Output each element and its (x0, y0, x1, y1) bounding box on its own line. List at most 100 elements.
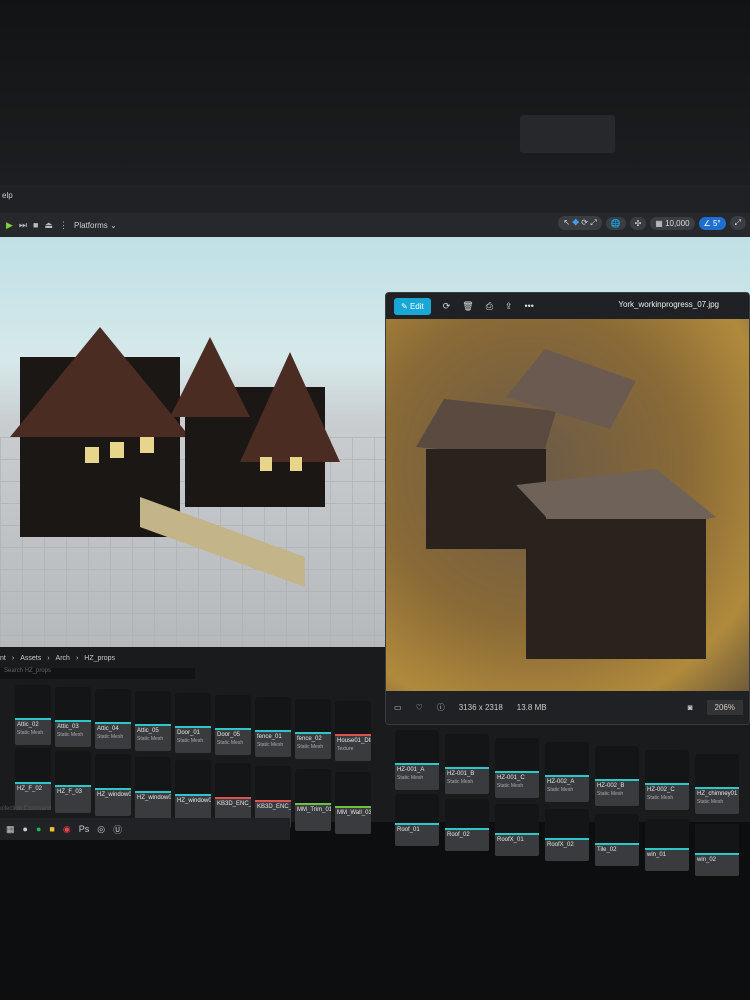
asset-tile[interactable]: RoofX_01 (495, 804, 539, 856)
fit-icon[interactable]: ▭ (394, 703, 402, 712)
delete-icon[interactable]: 🗑 (462, 301, 473, 312)
asset-name: HZ_window02 (137, 795, 171, 802)
asset-type (175, 804, 211, 808)
chrome-icon[interactable]: ◉ (63, 824, 71, 835)
edit-button[interactable]: ✎ Edit (394, 297, 431, 315)
window (85, 447, 99, 463)
eject-icon[interactable]: ⏏ (44, 220, 53, 231)
transform-tools[interactable]: ↖ ✥ ⟳ ⤢ (558, 216, 602, 230)
asset-thumbnail (95, 689, 131, 722)
asset-tile[interactable]: fence_01 Static Mesh (255, 697, 291, 757)
asset-name: Attic_04 (97, 726, 119, 732)
asset-type (95, 798, 131, 802)
share-icon[interactable]: ⇪ (505, 301, 513, 312)
asset-type (15, 792, 51, 796)
spotify-icon[interactable]: ● (36, 824, 41, 834)
asset-tile[interactable]: HZ-002_C Static Mesh (645, 750, 689, 810)
asset-tile[interactable]: HZ_F_03 (55, 751, 91, 813)
rotate-icon[interactable]: ⟳ (443, 301, 451, 312)
unreal-icon[interactable]: Ⓤ (113, 823, 122, 836)
dimensions: 3136 x 2318 (458, 703, 503, 712)
breadcrumb-item[interactable]: Arch (56, 655, 70, 662)
window (110, 442, 124, 458)
grid-snap-button[interactable]: ▦ 10,000 (650, 216, 695, 230)
asset-tile[interactable]: win_02 (695, 824, 739, 876)
asset-tile[interactable]: fence_02 Static Mesh (295, 699, 331, 759)
breadcrumb-item[interactable]: nt (0, 655, 6, 662)
asset-tile[interactable]: HZ-001_B Static Mesh (445, 734, 489, 794)
asset-tile[interactable]: House01_DIFF Texture (335, 701, 371, 761)
step-icon[interactable]: ⏭ (19, 220, 27, 231)
breadcrumb-item[interactable]: Assets (20, 655, 41, 662)
asset-tile[interactable]: Tile_02 (595, 814, 639, 866)
app-icon[interactable]: ● (23, 824, 28, 834)
asset-thumbnail (445, 734, 489, 767)
screen-icon[interactable]: ◙ (688, 703, 693, 712)
scale-snap-icon[interactable]: ⤢ (729, 216, 746, 230)
breadcrumb-item[interactable]: HZ_props (84, 655, 115, 662)
search-input[interactable]: Search HZ_props (0, 668, 195, 679)
asset-type: Static Mesh (597, 791, 624, 797)
photoshop-icon[interactable]: Ps (79, 824, 90, 834)
asset-tile[interactable]: HZ-002_B Static Mesh (595, 746, 639, 806)
asset-thumbnail (255, 697, 291, 730)
asset-tile[interactable]: HZ-001_A Static Mesh (395, 730, 439, 790)
play-icon[interactable]: ▶ (6, 220, 13, 231)
asset-name: HZ_window01 (97, 792, 131, 799)
asset-thumbnail (335, 772, 371, 807)
asset-thumbnail (295, 699, 331, 732)
asset-tile[interactable]: HZ_window02 (135, 757, 171, 819)
window (290, 457, 302, 471)
asset-thumbnail (335, 701, 371, 734)
globe-icon[interactable]: 🌐 (605, 216, 626, 230)
asset-name: fence_01 (257, 734, 282, 740)
breadcrumb: nt › Assets › Arch › HZ_props (0, 655, 116, 662)
asset-name: MM_Trim_01 (297, 807, 331, 814)
steam-icon[interactable]: ◎ (97, 824, 105, 835)
asset-tile[interactable]: Roof_01 (395, 794, 439, 846)
angle-snap-button[interactable]: ∠ 5° (698, 216, 726, 230)
asset-tile[interactable]: MM_Wall_03 (335, 772, 371, 834)
asset-type (445, 838, 489, 842)
asset-type (495, 843, 539, 847)
asset-tile[interactable]: HZ_window03 (175, 760, 211, 822)
image-filename: York_workinprogress_07.jpg (618, 300, 719, 309)
more-icon[interactable]: ⋮ (59, 220, 68, 231)
folder-icon[interactable]: ■ (49, 824, 54, 834)
more-icon[interactable]: ••• (524, 301, 533, 311)
asset-tile[interactable]: Attic_04 Static Mesh (95, 689, 131, 749)
asset-tile[interactable]: KB3D_ENC_BrickStone (215, 763, 251, 825)
platforms-button[interactable]: Platforms ⌄ (74, 221, 117, 230)
asset-tile[interactable]: HZ_chimney01 Static Mesh (695, 754, 739, 814)
asset-type (335, 816, 371, 820)
status-bar: ollection Command (0, 806, 52, 812)
asset-name: KB3D_ENC_BrickStone (217, 801, 251, 808)
asset-tile[interactable]: RoofX_02 (545, 809, 589, 861)
asset-name: HZ_F_03 (57, 789, 83, 796)
explorer-icon[interactable]: ▦ (6, 824, 15, 835)
image-preview[interactable] (386, 319, 749, 691)
print-icon[interactable]: ⎙ (486, 301, 493, 312)
asset-tile[interactable]: Attic_03 Static Mesh (55, 687, 91, 747)
surface-snap-icon[interactable]: ✣ (629, 216, 647, 230)
asset-tile[interactable]: Roof_02 (445, 799, 489, 851)
asset-tile[interactable]: HZ_window01 (95, 754, 131, 816)
asset-tile[interactable]: Door_05 Static Mesh (215, 695, 251, 755)
asset-tile[interactable]: HZ_F_02 (15, 748, 51, 810)
stop-icon[interactable]: ■ (33, 220, 38, 230)
menu-help[interactable]: elp (2, 191, 13, 200)
asset-tile[interactable]: HZ-002_A Static Mesh (545, 742, 589, 802)
asset-tile[interactable]: Attic_02 Static Mesh (15, 685, 51, 745)
info-icon[interactable]: ⓘ (437, 702, 445, 713)
asset-tile[interactable]: MM_Trim_01 (295, 769, 331, 831)
asset-name: fence_02 (297, 736, 322, 742)
asset-name: MM_Wall_03 (337, 810, 371, 817)
zoom-level[interactable]: 206% (706, 700, 743, 715)
asset-tile[interactable]: Attic_05 Static Mesh (135, 691, 171, 751)
favorite-icon[interactable]: ♡ (416, 703, 423, 712)
asset-type: Static Mesh (57, 732, 84, 738)
asset-thumbnail (495, 804, 539, 833)
asset-tile[interactable]: HZ-001_C Static Mesh (495, 738, 539, 798)
asset-tile[interactable]: win_01 (645, 819, 689, 871)
asset-tile[interactable]: Door_01 Static Mesh (175, 693, 211, 753)
